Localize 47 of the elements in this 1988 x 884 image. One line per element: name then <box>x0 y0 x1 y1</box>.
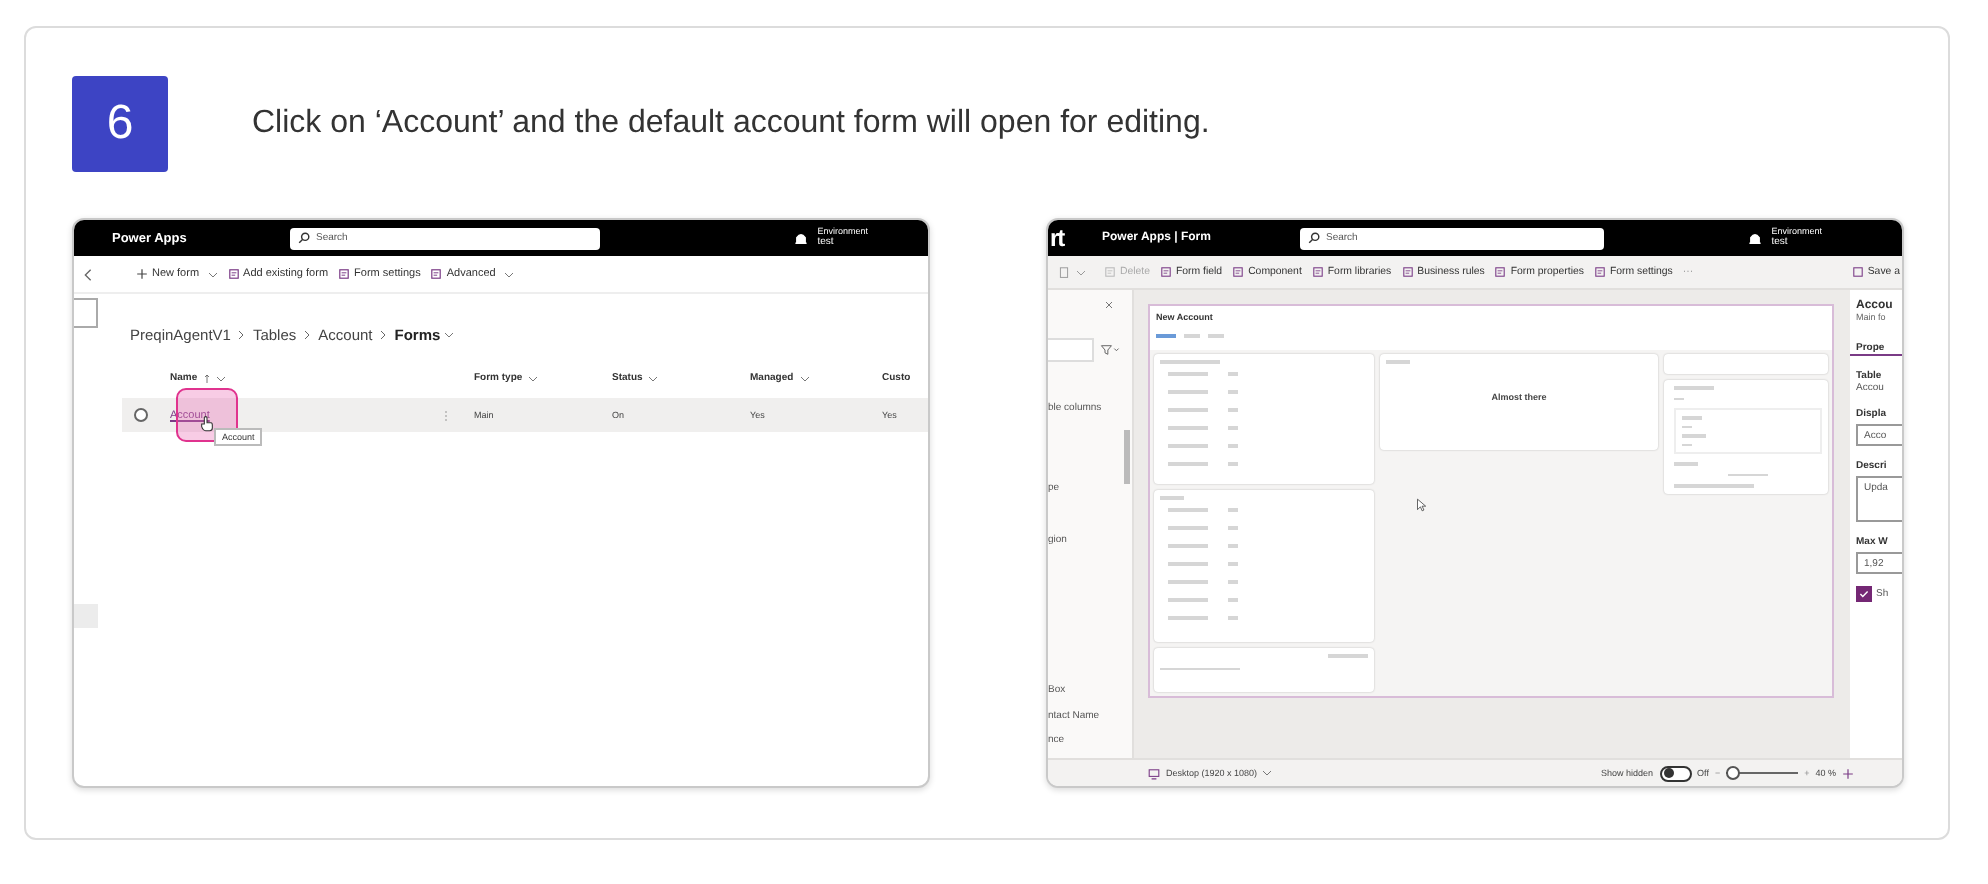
chevron-right-icon <box>304 329 311 339</box>
chevron-down-icon[interactable] <box>1076 269 1086 275</box>
checkbox[interactable] <box>1856 586 1872 602</box>
save-icon <box>1851 266 1864 278</box>
close-icon[interactable] <box>1104 300 1114 310</box>
document-icon <box>1311 266 1324 278</box>
document-icon <box>1401 266 1414 278</box>
monitor-icon <box>1148 767 1160 779</box>
document-icon <box>1494 266 1507 278</box>
slider-thumb[interactable] <box>1726 766 1741 780</box>
scrollbar[interactable] <box>1124 430 1130 484</box>
hand-cursor-icon <box>200 416 214 432</box>
chevron-down-icon <box>1261 770 1272 776</box>
chevron-down-icon <box>648 375 659 381</box>
clipboard-icon[interactable] <box>1058 266 1070 278</box>
pointer-cursor-icon <box>1416 498 1426 512</box>
chevron-down-icon <box>799 375 810 381</box>
step-number: 6 <box>72 76 168 172</box>
fit-icon[interactable] <box>1842 767 1854 779</box>
document-icon <box>227 268 240 280</box>
filter-field[interactable] <box>1048 338 1094 362</box>
search-icon <box>1308 232 1320 244</box>
chevron-down-icon <box>503 271 514 277</box>
document-icon <box>1104 266 1116 278</box>
chevron-left-icon[interactable] <box>84 267 92 281</box>
chevron-down-icon <box>528 375 539 381</box>
toggle-switch[interactable] <box>1659 765 1692 781</box>
chevron-down-icon <box>444 331 455 337</box>
chevron-right-icon <box>238 329 245 339</box>
chevron-down-icon <box>215 375 226 381</box>
document-icon <box>1160 266 1172 278</box>
arrow-up-icon <box>203 373 210 383</box>
search-field[interactable] <box>74 298 98 328</box>
search-icon <box>298 232 310 244</box>
plus-icon <box>136 268 148 280</box>
document-icon <box>338 268 351 280</box>
document-icon <box>1593 266 1606 278</box>
logo: rt <box>1048 224 1067 252</box>
chevron-right-icon <box>380 329 387 339</box>
document-icon <box>1232 266 1245 278</box>
filter-icon[interactable] <box>1100 344 1120 356</box>
step-instruction: Click on ‘Account’ and the default account form will open for editing. <box>252 106 1210 142</box>
chevron-down-icon <box>207 271 218 277</box>
document-icon <box>430 268 443 280</box>
environment-icon[interactable] <box>1747 231 1762 245</box>
environment-icon[interactable] <box>793 231 808 245</box>
row-radio[interactable] <box>134 408 148 422</box>
